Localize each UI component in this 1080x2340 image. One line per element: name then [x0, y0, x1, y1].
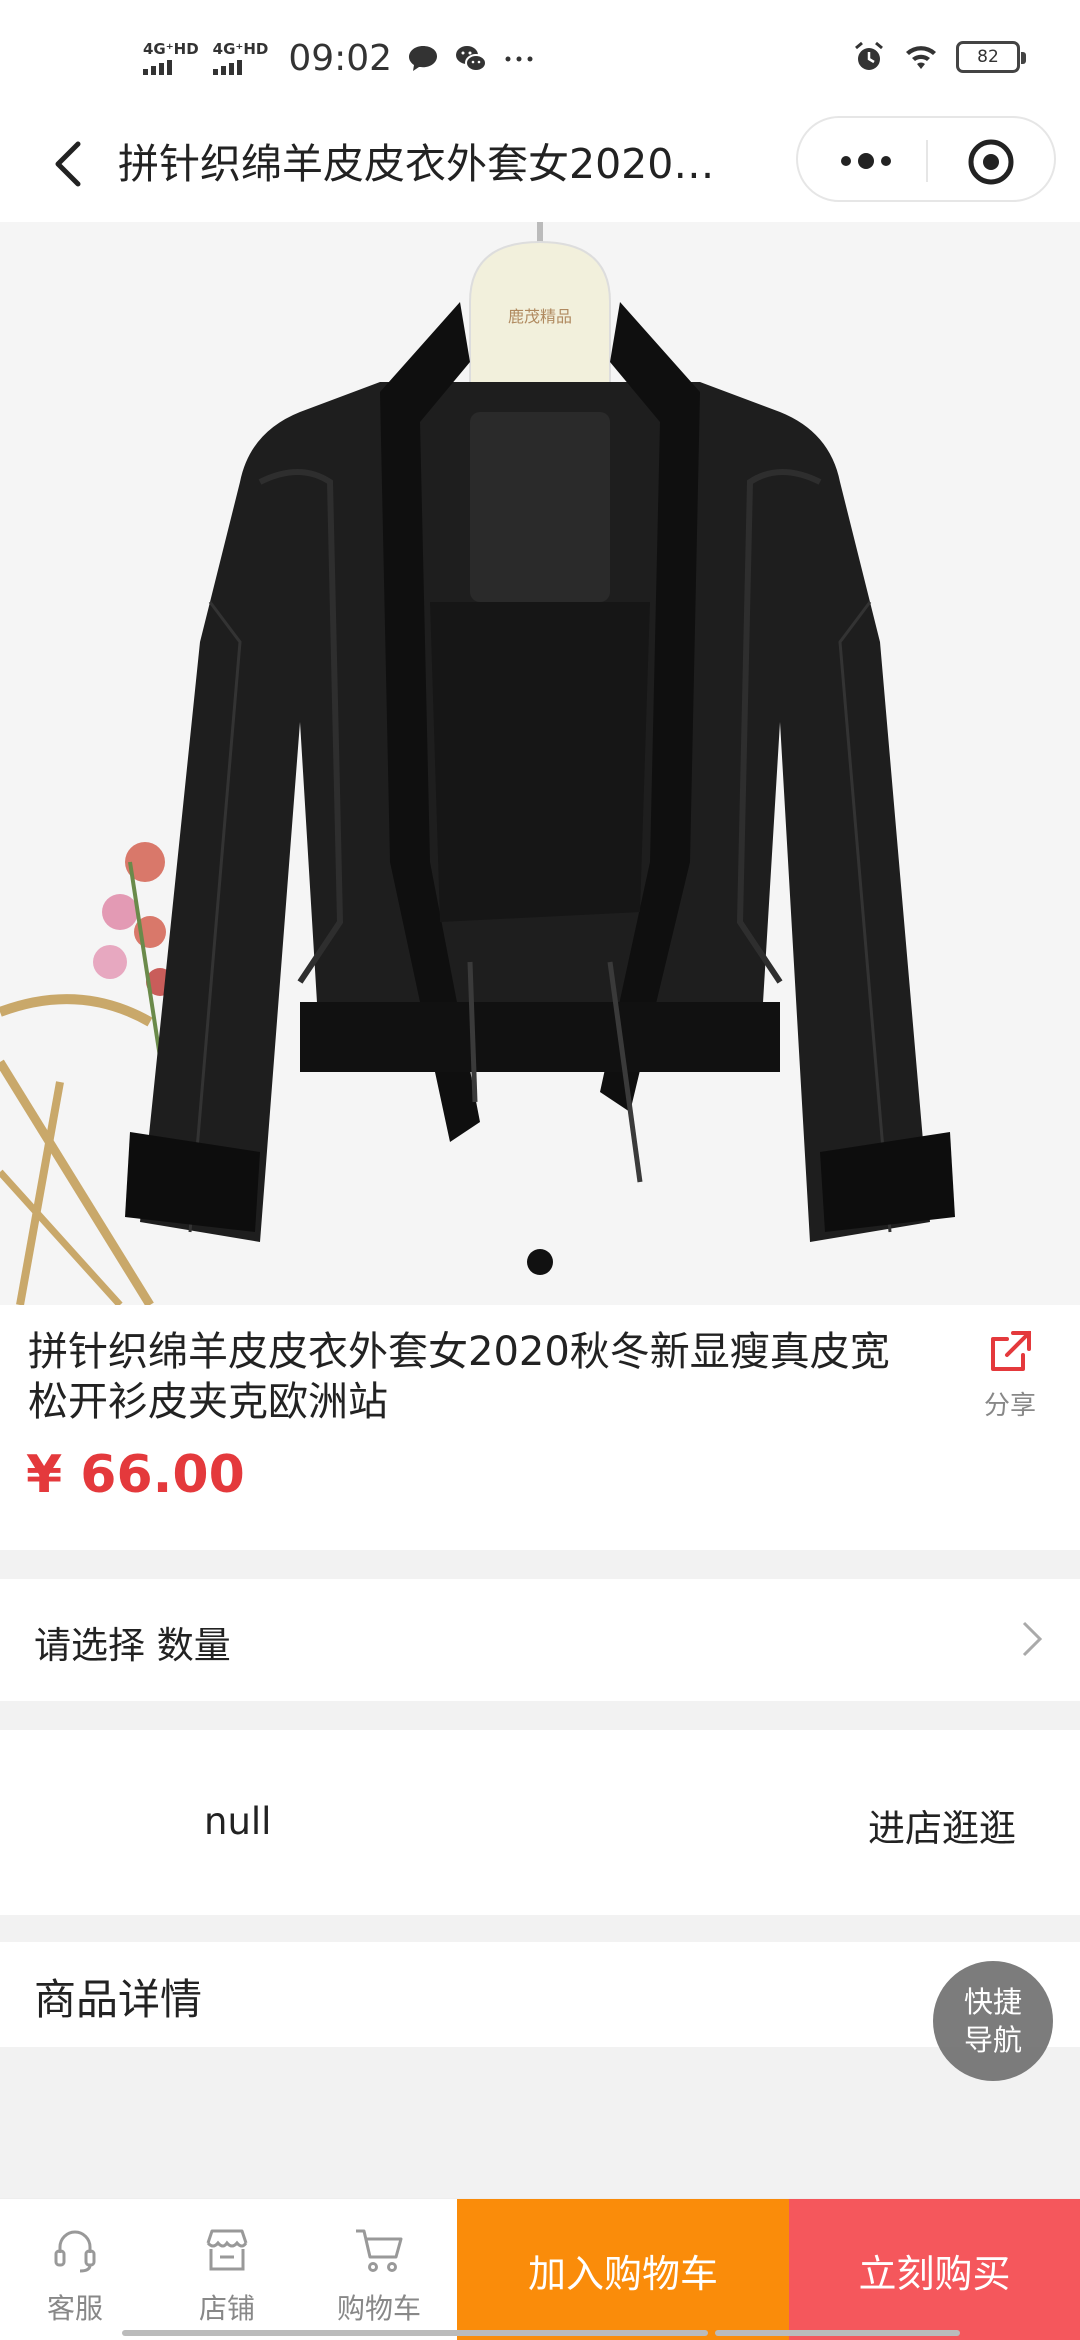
customer-service-tab[interactable]: 客服 [0, 2223, 150, 2327]
hanger-label: 鹿茂精品 [508, 307, 572, 326]
details-heading: 商品详情 [34, 1975, 203, 2024]
product-image: 鹿茂精品 [0, 222, 1080, 1305]
shop-tab[interactable]: 店铺 [152, 2223, 302, 2327]
more-icon[interactable] [836, 142, 896, 180]
status-right: 82 [852, 40, 1026, 74]
status-left: 4G⁺HD 4G⁺HD 09:02 [143, 38, 536, 79]
battery-icon: 82 [956, 41, 1026, 73]
back-arrow-icon[interactable] [38, 132, 102, 196]
cart-tab[interactable]: 购物车 [304, 2223, 454, 2327]
carousel-indicator-dot[interactable] [527, 1249, 553, 1275]
product-title: 拼针织绵羊皮皮衣外套女2020秋冬新显瘦真皮宽松开衫皮夹克欧洲站 [28, 1329, 890, 1425]
buy-now-button[interactable]: 立刻购买 [789, 2199, 1080, 2340]
cellular-signal-icon: 4G⁺HD [143, 42, 199, 75]
customer-service-label: 客服 [46, 2292, 103, 2325]
gesture-indicator [715, 2330, 960, 2336]
cellular-signal-icon: 4G⁺HD [212, 40, 269, 75]
close-target-icon[interactable] [966, 137, 1016, 187]
product-image-carousel[interactable]: 鹿茂精品 [0, 222, 1080, 1305]
product-price: ¥ 66.00 [26, 1445, 245, 1505]
quick-nav-line1: 快捷 [963, 1985, 1022, 2019]
status-bar: 4G⁺HD 4G⁺HD 09:02 82 [0, 0, 1080, 110]
add-to-cart-button[interactable]: 加入购物车 [457, 2199, 789, 2340]
wechat-icon [456, 45, 488, 72]
share-label: 分享 [983, 1391, 1036, 1421]
product-details-section: 商品详情 [0, 1942, 1080, 2047]
share-button[interactable]: 分享 [970, 1327, 1050, 1422]
product-info: 拼针织绵羊皮皮衣外套女2020秋冬新显瘦真皮宽松开衫皮夹克欧洲站 分享 ¥ 66… [0, 1305, 1080, 1550]
page-title: 拼针织绵羊皮皮衣外套女2020秋冬新显瘦真皮宽松开衫皮夹克欧洲站 [118, 140, 738, 188]
shop-label: 店铺 [198, 2292, 255, 2325]
cart-icon [356, 2229, 403, 2272]
more-notifications-icon [505, 56, 533, 61]
product-page: 4G⁺HD 4G⁺HD 09:02 82 拼针织绵羊皮皮衣外套女2020秋 鹿茂… [0, 0, 1080, 2340]
message-bubble-icon [409, 45, 438, 71]
chevron-right-icon [1022, 1621, 1043, 1657]
clock: 09:02 [288, 38, 393, 79]
select-options-label: 请选择 数量 [34, 1624, 231, 1667]
quick-nav-button[interactable]: 快捷 导航 [933, 1961, 1053, 2081]
store-icon [206, 2229, 248, 2271]
quantity-selector-row[interactable]: 请选择 数量 [0, 1579, 1080, 1701]
quick-nav-line2: 导航 [963, 2023, 1022, 2057]
visit-shop-link[interactable]: 进店逛逛 [868, 1798, 1016, 1852]
share-icon [991, 1331, 1031, 1371]
nav-bar: 拼针织绵羊皮皮衣外套女2020秋冬新显瘦真皮宽松开衫皮夹克欧洲站 [0, 110, 1080, 222]
alarm-icon [855, 41, 883, 70]
capsule-divider [926, 140, 928, 182]
wifi-icon [906, 46, 936, 69]
shop-name: null [204, 1800, 272, 1843]
gesture-indicator [122, 2330, 708, 2336]
network-type-1: 4G⁺HD [143, 40, 199, 58]
mini-program-capsule [796, 116, 1056, 202]
bottom-action-bar: 客服 店铺 购物车 加入购物车 立刻购买 [0, 2198, 1080, 2340]
cart-label: 购物车 [336, 2292, 421, 2325]
network-type-2: 4G⁺HD [212, 40, 269, 58]
headset-icon [54, 2230, 96, 2273]
shop-row: null 进店逛逛 [0, 1730, 1080, 1915]
